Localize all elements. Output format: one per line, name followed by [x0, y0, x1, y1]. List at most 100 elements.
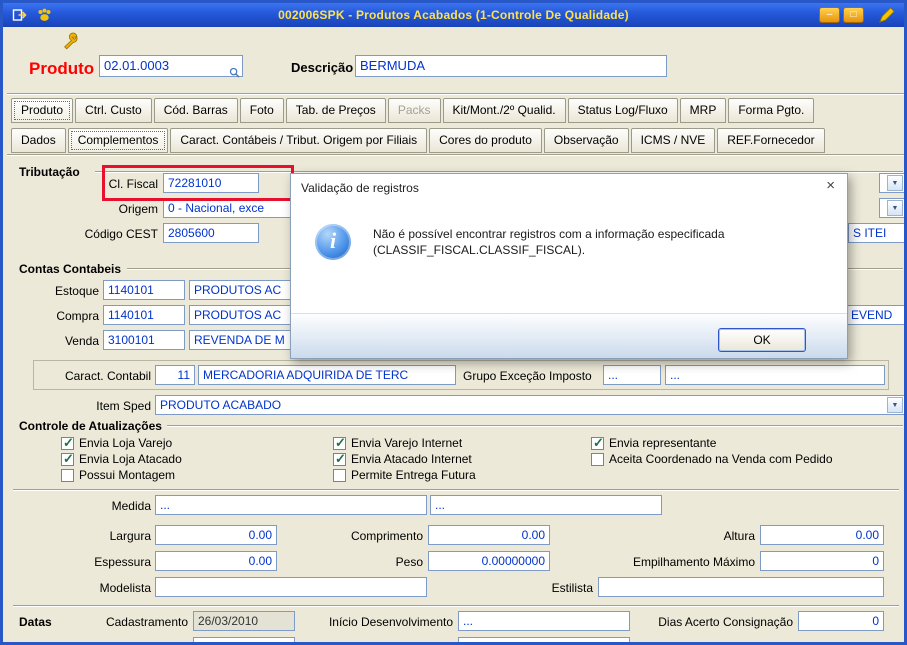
datas-separator [13, 605, 899, 607]
item-sped-value: PRODUTO ACABADO [160, 398, 281, 412]
para-transferencia-label: Para Transferência [83, 641, 188, 645]
checkbox-envia-loja-atacado[interactable]: Envia Loja Atacado [61, 452, 182, 466]
description-label: Descrição [291, 60, 353, 75]
comprimento-label: Comprimento [341, 529, 423, 543]
section-controle-atualizacoes: Controle de Atualizações [19, 419, 162, 433]
tab-forma-pgto[interactable]: Forma Pgto. [728, 98, 814, 123]
info-icon: i [315, 224, 351, 260]
checkbox-label: Permite Entrega Futura [351, 468, 476, 482]
tab-foto[interactable]: Foto [240, 98, 284, 123]
altura-field[interactable]: 0.00 [760, 525, 884, 545]
dialog-title: Validação de registros [301, 181, 419, 195]
sub-tab-bar: Dados Complementos Caract. Contábeis / T… [11, 128, 825, 153]
measures-separator [13, 489, 899, 491]
espessura-label: Espessura [91, 555, 151, 569]
lookup-icon[interactable] [229, 67, 240, 78]
checkbox-aceita-coordenado[interactable]: Aceita Coordenado na Venda com Pedido [591, 452, 833, 466]
tab-status-log-fluxo[interactable]: Status Log/Fluxo [568, 98, 678, 123]
section-contas-contabeis: Contas Contabeis [19, 262, 121, 276]
checkbox-envia-representante[interactable]: Envia representante [591, 436, 716, 450]
subtab-icms-nve[interactable]: ICMS / NVE [631, 128, 716, 153]
checkbox-box [591, 453, 604, 466]
description-field[interactable]: BERMUDA [355, 55, 667, 77]
checkbox-box [333, 453, 346, 466]
clipped-field-fragment[interactable]: S ITEI [848, 223, 905, 243]
espessura-field[interactable]: 0.00 [155, 551, 277, 571]
exit-icon[interactable] [11, 7, 28, 23]
tab-panel-separator [7, 154, 906, 156]
caract-contabil-desc-field[interactable]: MERCADORIA ADQUIRIDA DE TERC [198, 365, 456, 385]
checkbox-envia-varejo-internet[interactable]: Envia Varejo Internet [333, 436, 462, 450]
product-label: Produto [29, 59, 94, 79]
dias-acerto-consignacao-field[interactable]: 0 [798, 611, 884, 631]
tab-kit-mont-2-qualid[interactable]: Kit/Mont./2º Qualid. [443, 98, 566, 123]
wrench-icon[interactable] [61, 30, 81, 50]
chevron-down-icon[interactable]: ▼ [887, 397, 903, 413]
compra-code-field[interactable]: 1140101 [103, 305, 185, 325]
tab-mrp[interactable]: MRP [680, 98, 727, 123]
ok-button[interactable]: OK [718, 328, 806, 352]
venda-code-field[interactable]: 3100101 [103, 330, 185, 350]
paw-icon[interactable] [36, 7, 53, 23]
grupo-excecao-field-1[interactable]: ... [603, 365, 661, 385]
checkbox-label: Envia Atacado Internet [351, 452, 472, 466]
caract-contabil-label: Caract. Contabil [41, 369, 151, 383]
origem-combo-fragment[interactable]: ▼ [879, 198, 905, 218]
largura-field[interactable]: 0.00 [155, 525, 277, 545]
subtab-ref-fornecedor[interactable]: REF.Fornecedor [717, 128, 824, 153]
caract-contabil-code-field[interactable]: 11 [155, 365, 195, 385]
checkbox-envia-loja-varejo[interactable]: Envia Loja Varejo [61, 436, 172, 450]
checkbox-possui-montagem[interactable]: Possui Montagem [61, 468, 175, 482]
checkbox-label: Envia Varejo Internet [351, 436, 462, 450]
codigo-cest-field[interactable]: 2805600 [163, 223, 259, 243]
comprimento-field[interactable]: 0.00 [428, 525, 550, 545]
checkbox-label: Envia representante [609, 436, 716, 450]
empilhamento-maximo-field[interactable]: 0 [760, 551, 884, 571]
grupo-excecao-label: Grupo Exceção Imposto [463, 369, 592, 383]
checkbox-label: Envia Loja Varejo [79, 436, 172, 450]
dias-acerto-consignacao-label: Dias Acerto Consignação [651, 615, 793, 629]
minimize-button[interactable]: – [819, 7, 840, 23]
para-transferencia-field[interactable]: 04/01/2017 [193, 637, 295, 645]
subtab-dados[interactable]: Dados [11, 128, 66, 153]
cadastramento-label: Cadastramento [98, 615, 188, 629]
limite-pedido-field[interactable] [458, 637, 630, 645]
inicio-desenvolvimento-label: Início Desenvolvimento [321, 615, 453, 629]
highlight-annotation [102, 165, 294, 201]
largura-label: Largura [101, 529, 151, 543]
grupo-excecao-field-2[interactable]: ... [665, 365, 885, 385]
clipped-field-fragment[interactable]: EVEND [846, 305, 907, 325]
estilista-field[interactable] [598, 577, 884, 597]
chevron-down-icon[interactable]: ▼ [887, 175, 903, 191]
subtab-observacao[interactable]: Observação [544, 128, 629, 153]
cl-fiscal-combo-fragment[interactable]: ▼ [879, 173, 905, 193]
tab-produto[interactable]: Produto [11, 98, 73, 123]
checkbox-permite-entrega-futura[interactable]: Permite Entrega Futura [333, 468, 476, 482]
item-sped-combobox[interactable]: PRODUTO ACABADO ▼ [155, 395, 905, 415]
maximize-button[interactable]: □ [843, 7, 864, 23]
subtab-cores-do-produto[interactable]: Cores do produto [429, 128, 542, 153]
header-separator [7, 93, 906, 95]
estoque-code-field[interactable]: 1140101 [103, 280, 185, 300]
tab-tab-de-precos[interactable]: Tab. de Preços [286, 98, 386, 123]
chevron-down-icon[interactable]: ▼ [887, 200, 903, 216]
subtab-caract-contabeis-tribut[interactable]: Caract. Contábeis / Tribut. Origem por F… [170, 128, 427, 153]
medida-field-1[interactable]: ... [155, 495, 427, 515]
section-datas: Datas [19, 615, 52, 629]
estoque-label: Estoque [47, 284, 99, 298]
checkbox-box [61, 469, 74, 482]
edit-pencil-icon[interactable] [878, 6, 896, 24]
medida-label: Medida [89, 499, 151, 513]
checkbox-envia-atacado-internet[interactable]: Envia Atacado Internet [333, 452, 472, 466]
tab-cod-barras[interactable]: Cód. Barras [154, 98, 238, 123]
peso-field[interactable]: 0.00000000 [428, 551, 550, 571]
modelista-field[interactable] [155, 577, 427, 597]
close-icon[interactable]: × [826, 178, 835, 194]
window-title: 002006SPK - Produtos Acabados (1-Control… [3, 8, 904, 22]
product-code-field[interactable]: 02.01.0003 [99, 55, 243, 77]
app-window: 002006SPK - Produtos Acabados (1-Control… [0, 0, 907, 645]
medida-field-2[interactable]: ... [430, 495, 662, 515]
inicio-desenvolvimento-field[interactable]: ... [458, 611, 630, 631]
subtab-complementos[interactable]: Complementos [68, 128, 169, 153]
tab-ctrl-custo[interactable]: Ctrl. Custo [75, 98, 152, 123]
